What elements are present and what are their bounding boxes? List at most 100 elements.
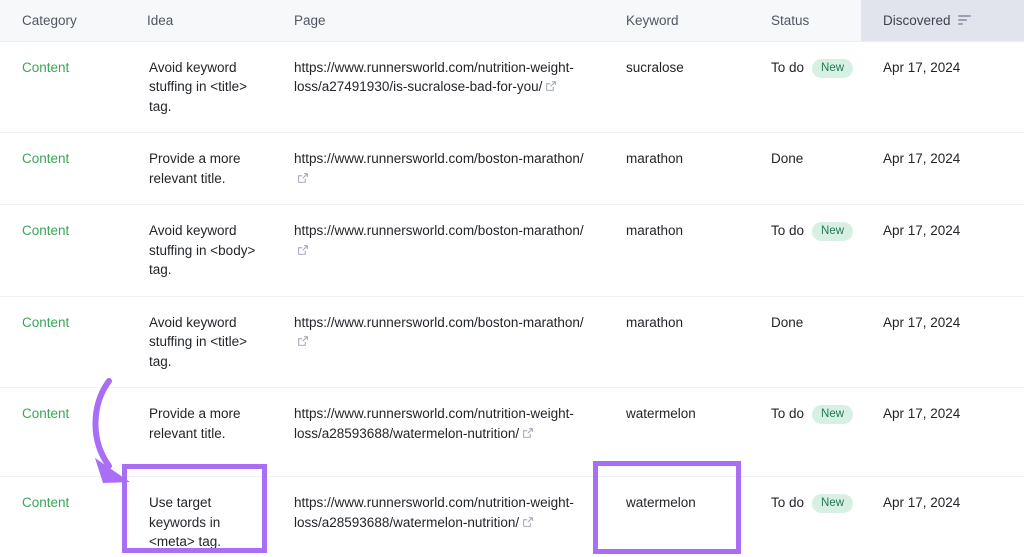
cell-idea: Use target keywords in <meta> tag. bbox=[125, 476, 272, 557]
category-label: Content bbox=[22, 314, 70, 330]
cell-category: Content bbox=[0, 204, 125, 297]
discovered-date: Apr 17, 2024 bbox=[883, 151, 961, 166]
discovered-date: Apr 17, 2024 bbox=[883, 495, 961, 510]
cell-idea: Provide a more relevant title. bbox=[125, 132, 272, 205]
external-link-icon[interactable] bbox=[297, 172, 309, 184]
column-header-category[interactable]: Category bbox=[0, 0, 125, 42]
cell-discovered: Apr 17, 2024 bbox=[861, 476, 1024, 557]
category-label: Content bbox=[22, 151, 70, 166]
page-url-text: https://www.runnersworld.com/boston-mara… bbox=[294, 223, 584, 238]
idea-text: Avoid keyword stuffing in <body> tag. bbox=[149, 223, 256, 277]
external-link-icon[interactable] bbox=[297, 335, 309, 347]
sort-descending-icon[interactable] bbox=[957, 14, 971, 26]
discovered-date: Apr 17, 2024 bbox=[883, 223, 961, 238]
cell-category: Content bbox=[0, 387, 125, 477]
idea-text: Provide a more relevant title. bbox=[149, 406, 241, 441]
column-header-idea[interactable]: Idea bbox=[125, 0, 272, 42]
status-badge-new: New bbox=[812, 58, 854, 78]
cell-idea: Provide a more relevant title. bbox=[125, 387, 272, 477]
idea-text: Provide a more relevant title. bbox=[149, 151, 241, 186]
table-row[interactable]: Content Provide a more relevant title. h… bbox=[0, 387, 1024, 477]
cell-status[interactable]: To do New bbox=[749, 476, 861, 557]
category-label: Content bbox=[22, 406, 70, 421]
status-text: Done bbox=[771, 151, 804, 166]
page-url-text: https://www.runnersworld.com/nutrition-w… bbox=[294, 59, 574, 95]
cell-category: Content bbox=[0, 132, 125, 205]
column-header-idea-label: Idea bbox=[147, 12, 174, 28]
discovered-date: Apr 17, 2024 bbox=[883, 406, 961, 421]
category-label: Content bbox=[22, 223, 70, 238]
cell-idea: Avoid keyword stuffing in <title> tag. bbox=[125, 41, 272, 133]
idea-text: Avoid keyword stuffing in <title> tag. bbox=[149, 314, 248, 369]
column-header-keyword-label: Keyword bbox=[626, 12, 679, 28]
page-url-text: https://www.runnersworld.com/boston-mara… bbox=[294, 314, 584, 330]
category-label: Content bbox=[22, 59, 70, 75]
cell-keyword: sucralose bbox=[604, 41, 749, 133]
cell-status[interactable]: To do New bbox=[749, 204, 861, 297]
table-body: Content Avoid keyword stuffing in <title… bbox=[0, 41, 1024, 557]
keyword-text: marathon bbox=[626, 223, 684, 238]
status-text: To do bbox=[771, 406, 805, 421]
status-text: To do bbox=[771, 223, 805, 238]
cell-status[interactable]: Done bbox=[749, 296, 861, 388]
column-header-status[interactable]: Status bbox=[749, 0, 861, 42]
cell-keyword: marathon bbox=[604, 204, 749, 297]
external-link-icon[interactable] bbox=[522, 427, 534, 439]
idea-text: Avoid keyword stuffing in <title> tag. bbox=[149, 59, 248, 114]
table-row[interactable]: Content Avoid keyword stuffing in <title… bbox=[0, 41, 1024, 133]
cell-page[interactable]: https://www.runnersworld.com/nutrition-w… bbox=[272, 476, 604, 557]
table-row[interactable]: Content Use target keywords in <meta> ta… bbox=[0, 476, 1024, 557]
column-header-status-label: Status bbox=[771, 12, 810, 28]
cell-category: Content bbox=[0, 476, 125, 557]
page-url-text: https://www.runnersworld.com/boston-mara… bbox=[294, 151, 584, 166]
cell-idea: Avoid keyword stuffing in <body> tag. bbox=[125, 204, 272, 297]
cell-page[interactable]: https://www.runnersworld.com/boston-mara… bbox=[272, 132, 604, 205]
cell-status[interactable]: To do New bbox=[749, 387, 861, 477]
status-badge-new: New bbox=[812, 494, 854, 513]
keyword-text: sucralose bbox=[626, 59, 684, 75]
keyword-text: marathon bbox=[626, 151, 684, 166]
cell-keyword: watermelon bbox=[604, 476, 749, 557]
category-label: Content bbox=[22, 495, 70, 510]
table-header: Category Idea Page Keyword Status Discov… bbox=[0, 0, 1024, 42]
column-header-discovered[interactable]: Discovered bbox=[861, 0, 1024, 42]
idea-text: Use target keywords in <meta> tag. bbox=[149, 495, 222, 549]
external-link-icon[interactable] bbox=[545, 80, 557, 92]
cell-page[interactable]: https://www.runnersworld.com/nutrition-w… bbox=[272, 41, 604, 133]
cell-discovered: Apr 17, 2024 bbox=[861, 296, 1024, 388]
external-link-icon[interactable] bbox=[522, 516, 534, 528]
status-badge-new: New bbox=[812, 405, 854, 424]
cell-keyword: marathon bbox=[604, 296, 749, 388]
ideas-table: Category Idea Page Keyword Status Discov… bbox=[0, 0, 1024, 557]
status-badge-new: New bbox=[812, 222, 854, 241]
keyword-text: marathon bbox=[626, 314, 684, 330]
cell-page[interactable]: https://www.runnersworld.com/boston-mara… bbox=[272, 204, 604, 297]
column-header-keyword[interactable]: Keyword bbox=[604, 0, 749, 42]
column-header-category-label: Category bbox=[22, 12, 77, 28]
table-header-row: Category Idea Page Keyword Status Discov… bbox=[0, 0, 1024, 42]
table-row[interactable]: Content Provide a more relevant title. h… bbox=[0, 132, 1024, 205]
keyword-text: watermelon bbox=[626, 495, 696, 510]
site-audit-ideas-table-panel: Category Idea Page Keyword Status Discov… bbox=[0, 0, 1024, 557]
cell-page[interactable]: https://www.runnersworld.com/nutrition-w… bbox=[272, 387, 604, 477]
column-header-discovered-label: Discovered bbox=[883, 12, 951, 28]
status-text: To do bbox=[771, 495, 805, 510]
keyword-text: watermelon bbox=[626, 406, 696, 421]
cell-category: Content bbox=[0, 296, 125, 388]
column-header-page[interactable]: Page bbox=[272, 0, 604, 42]
cell-status[interactable]: To do New bbox=[749, 41, 861, 133]
column-header-page-label: Page bbox=[294, 12, 326, 28]
cell-discovered: Apr 17, 2024 bbox=[861, 132, 1024, 205]
status-text: Done bbox=[771, 314, 804, 330]
cell-keyword: watermelon bbox=[604, 387, 749, 477]
cell-idea: Avoid keyword stuffing in <title> tag. bbox=[125, 296, 272, 388]
cell-page[interactable]: https://www.runnersworld.com/boston-mara… bbox=[272, 296, 604, 388]
discovered-date: Apr 17, 2024 bbox=[883, 59, 961, 75]
cell-status[interactable]: Done bbox=[749, 132, 861, 205]
table-row[interactable]: Content Avoid keyword stuffing in <body>… bbox=[0, 204, 1024, 297]
status-text: To do bbox=[771, 59, 805, 75]
external-link-icon[interactable] bbox=[297, 244, 309, 256]
table-row[interactable]: Content Avoid keyword stuffing in <title… bbox=[0, 296, 1024, 388]
cell-discovered: Apr 17, 2024 bbox=[861, 204, 1024, 297]
cell-discovered: Apr 17, 2024 bbox=[861, 41, 1024, 133]
